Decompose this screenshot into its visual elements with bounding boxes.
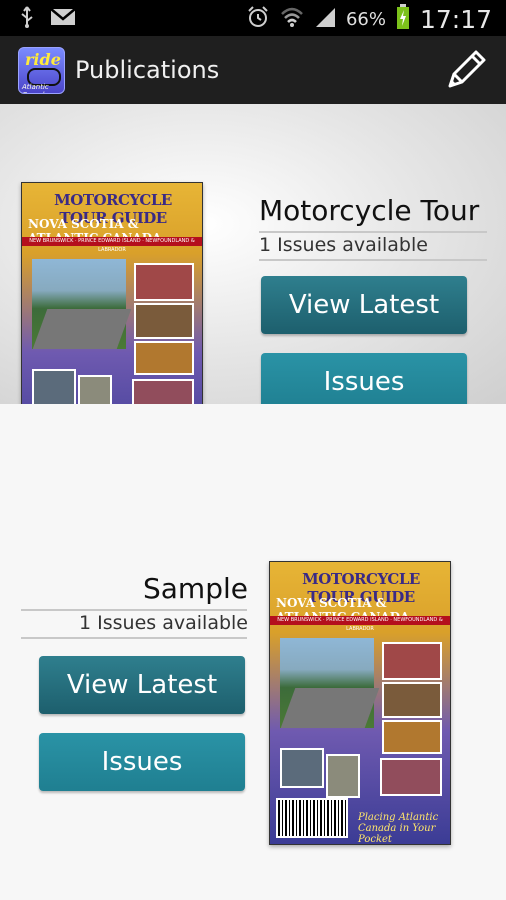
signal-icon bbox=[314, 6, 336, 32]
publication-card-2: MOTORCYCLE TOUR GUIDE NOVA SCOTIA & ATLA… bbox=[0, 404, 506, 900]
gmail-icon bbox=[50, 7, 76, 31]
publication-card-1: MOTORCYCLE TOUR GUIDE NOVA SCOTIA & ATLA… bbox=[0, 104, 506, 466]
pencil-icon[interactable] bbox=[438, 42, 494, 98]
clock: 17:17 bbox=[419, 4, 492, 34]
divider bbox=[21, 609, 247, 611]
cover-road bbox=[280, 688, 380, 728]
publication-name: Sample bbox=[143, 572, 248, 605]
cover-photo-small bbox=[134, 303, 194, 339]
status-bar: 66% 17:17 bbox=[0, 0, 506, 36]
app-logo-text: ride bbox=[25, 50, 61, 69]
cover-photo-small bbox=[32, 369, 76, 409]
cover-image[interactable]: MOTORCYCLE TOUR GUIDE NOVA SCOTIA & ATLA… bbox=[269, 561, 451, 845]
cover-photo-small bbox=[382, 642, 442, 680]
barcode bbox=[276, 798, 348, 838]
cover-photo-small bbox=[134, 263, 194, 301]
cover-photo-small bbox=[326, 754, 360, 798]
action-bar: ride Atlantic Canada Publications bbox=[0, 36, 506, 105]
cover-photo-small bbox=[382, 682, 442, 718]
cover-tagline: Placing Atlantic Canada in Your Pocket bbox=[358, 812, 439, 845]
cover-photo-small bbox=[380, 758, 442, 796]
issues-available: 1 Issues available bbox=[79, 612, 248, 634]
divider bbox=[21, 637, 247, 639]
battery-percent: 66% bbox=[345, 8, 386, 30]
battery-icon bbox=[396, 4, 410, 34]
issues-available: 1 Issues available bbox=[259, 234, 428, 256]
cover-road bbox=[32, 309, 132, 349]
alarm-icon bbox=[246, 5, 270, 33]
publication-name: Motorcycle Tour bbox=[259, 194, 480, 227]
cover-photo-small bbox=[134, 341, 194, 375]
app-logo-subtext: Atlantic Canada bbox=[22, 83, 49, 93]
cover-photo-small bbox=[382, 720, 442, 754]
issues-button[interactable]: Issues bbox=[39, 733, 245, 791]
cover-strip: NEW BRUNSWICK · PRINCE EDWARD ISLAND · N… bbox=[22, 237, 202, 253]
wifi-icon bbox=[280, 6, 304, 32]
view-latest-button[interactable]: View Latest bbox=[39, 656, 245, 714]
app-logo[interactable]: ride Atlantic Canada bbox=[18, 47, 65, 94]
cover-photo-small bbox=[280, 748, 324, 788]
view-latest-button[interactable]: View Latest bbox=[261, 276, 467, 334]
issues-button[interactable]: Issues bbox=[261, 353, 467, 411]
cover-strip: NEW BRUNSWICK · PRINCE EDWARD ISLAND · N… bbox=[270, 616, 450, 632]
usb-icon bbox=[18, 6, 36, 32]
divider bbox=[259, 231, 487, 233]
page-title: Publications bbox=[75, 56, 220, 84]
divider bbox=[259, 259, 487, 261]
